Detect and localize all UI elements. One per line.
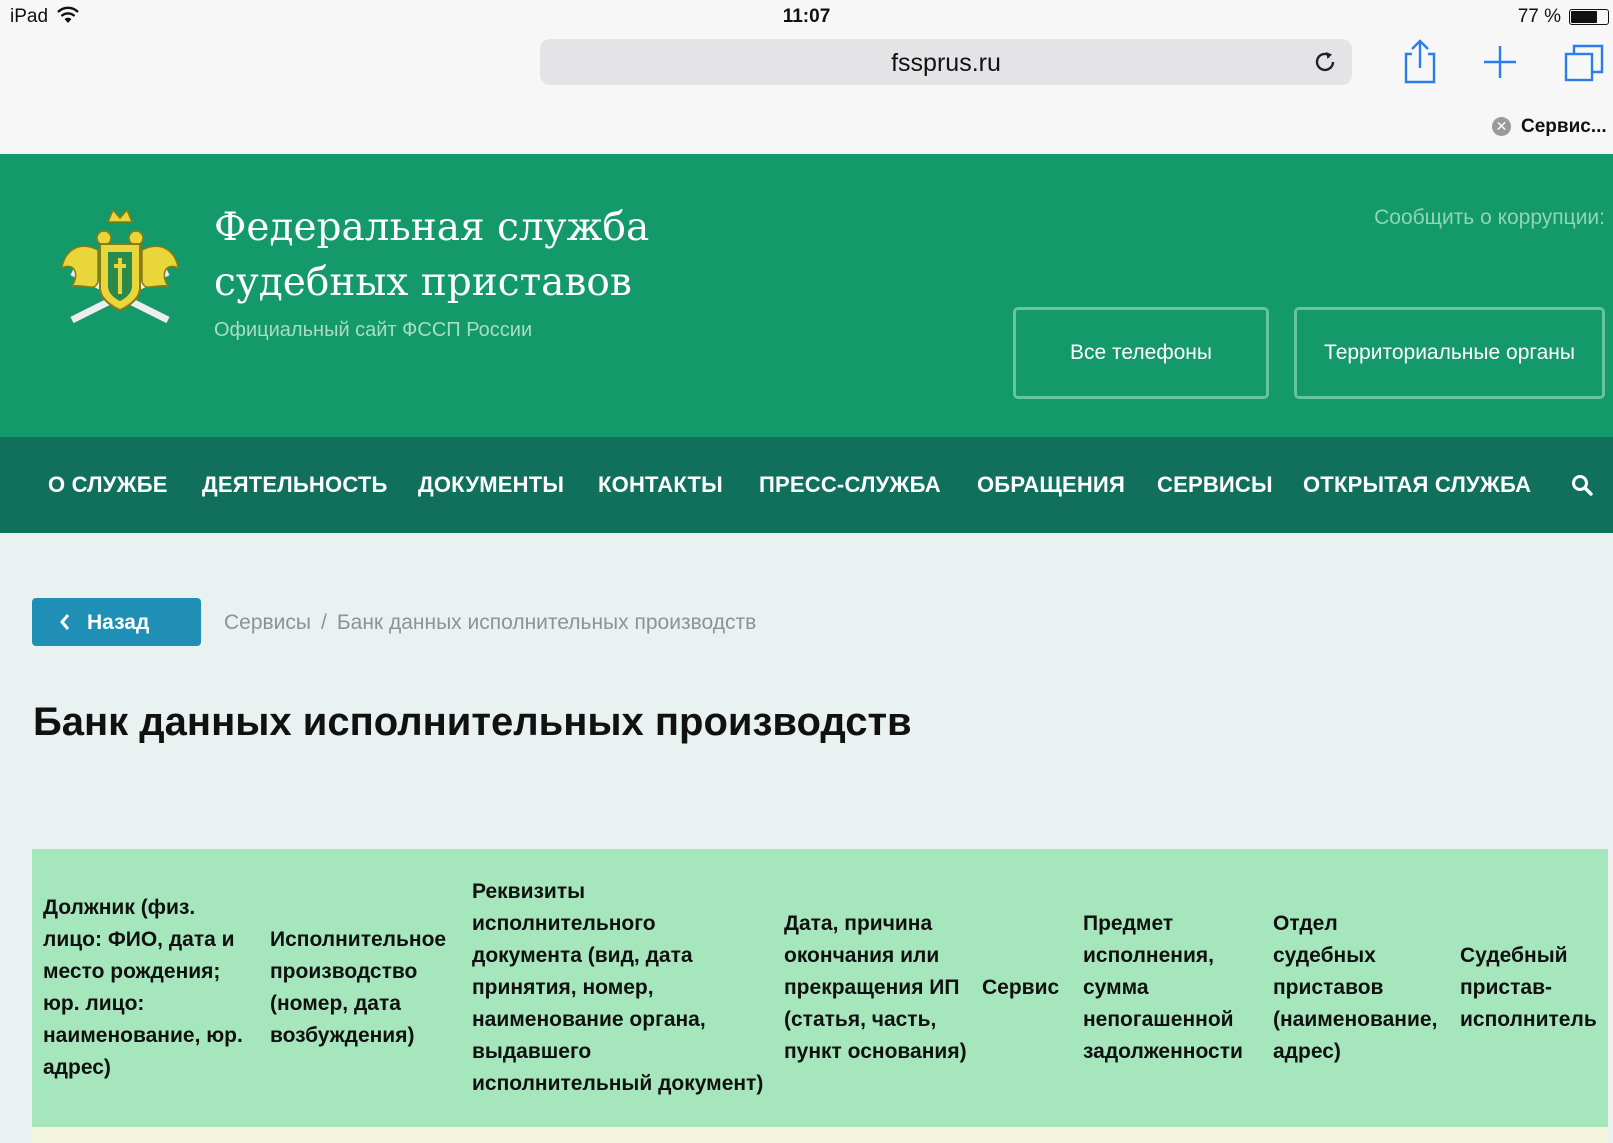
- nav-item-press[interactable]: ПРЕСС-СЛУЖБА: [759, 437, 941, 533]
- share-icon[interactable]: [1398, 38, 1442, 86]
- battery-fill: [1571, 11, 1597, 23]
- table-header-row: Должник (физ. лицо: ФИО, дата и место ро…: [32, 849, 1608, 1127]
- site-title[interactable]: Федеральная служба судебных приставов: [214, 200, 914, 310]
- close-tab-icon[interactable]: ✕: [1492, 117, 1511, 137]
- new-tab-icon[interactable]: [1478, 38, 1522, 86]
- territorial-bodies-button[interactable]: Территориальные органы: [1294, 307, 1605, 399]
- results-table: Должник (физ. лицо: ФИО, дата и место ро…: [32, 849, 1608, 1127]
- nav-item-about[interactable]: О СЛУЖБЕ: [48, 437, 168, 533]
- search-icon[interactable]: [1570, 473, 1594, 497]
- breadcrumb-separator: /: [321, 611, 327, 634]
- nav-item-documents[interactable]: ДОКУМЕНТЫ: [418, 437, 564, 533]
- breadcrumb-current: Банк данных исполнительных производств: [336, 611, 757, 634]
- all-phones-button[interactable]: Все телефоны: [1013, 307, 1269, 399]
- site-title-line1: Федеральная служба: [214, 205, 650, 250]
- report-corruption-link[interactable]: Сообщить о коррупции:: [1374, 206, 1605, 230]
- main-nav: О СЛУЖБЕ ДЕЯТЕЛЬНОСТЬ ДОКУМЕНТЫ КОНТАКТЫ…: [0, 437, 1613, 533]
- tabs-icon[interactable]: [1562, 38, 1606, 86]
- nav-item-activity[interactable]: ДЕЯТЕЛЬНОСТЬ: [202, 437, 388, 533]
- clock: 11:07: [782, 6, 831, 27]
- url-text: fssprus.ru: [891, 49, 1001, 77]
- fssp-emblem-icon[interactable]: [58, 202, 182, 332]
- breadcrumb: Сервисы / Банк данных исполнительных произ…: [224, 611, 756, 635]
- nav-item-contacts[interactable]: КОНТАКТЫ: [598, 437, 723, 533]
- back-button-label: Назад: [87, 611, 150, 634]
- table-first-row-edge: [32, 1127, 1608, 1143]
- tab-title: Сервис...: [1521, 116, 1607, 137]
- open-tab[interactable]: ✕ Сервис...: [1492, 116, 1607, 142]
- browser-chrome: iPad 11:07 77 % fssprus.ru ✕ Сервис...: [0, 0, 1613, 154]
- site-title-line2: судебных приставов: [214, 260, 632, 305]
- column-header-bailiff-department: Отдел судебных приставов (наименование, …: [1273, 912, 1438, 1063]
- site-subtitle: Официальный сайт ФССП России: [214, 319, 533, 341]
- chevron-left-icon: [60, 614, 70, 630]
- column-header-document-details: Реквизиты исполнительного документа (вид…: [472, 880, 764, 1095]
- nav-item-services[interactable]: СЕРВИСЫ: [1157, 437, 1273, 533]
- nav-item-appeals[interactable]: ОБРАЩЕНИЯ: [977, 437, 1125, 533]
- site-header: Федеральная служба судебных приставов Оф…: [0, 154, 1613, 437]
- column-header-subject-debt: Предмет исполнения, сумма непогашенной з…: [1083, 912, 1243, 1063]
- address-bar[interactable]: fssprus.ru: [540, 39, 1352, 85]
- column-header-bailiff: Судебный пристав-исполнитель: [1460, 944, 1597, 1031]
- page-title: Банк данных исполнительных производств: [33, 700, 912, 744]
- column-header-service: Сервис: [982, 976, 1060, 999]
- reload-icon[interactable]: [1312, 49, 1338, 75]
- breadcrumb-services[interactable]: Сервисы: [224, 611, 311, 634]
- battery-icon: [1569, 9, 1609, 25]
- back-button[interactable]: Назад: [32, 598, 201, 646]
- column-header-debtor: Должник (физ. лицо: ФИО, дата и место ро…: [43, 896, 243, 1079]
- column-header-end-date-reason: Дата, причина окончания или прекращения …: [784, 912, 967, 1063]
- nav-item-open-service[interactable]: ОТКРЫТАЯ СЛУЖБА: [1303, 437, 1531, 533]
- column-header-proceeding: Исполнительное производство (номер, дата…: [270, 928, 447, 1047]
- battery-percent: 77 %: [1517, 6, 1561, 27]
- status-bar: iPad 11:07 77 %: [0, 0, 1613, 34]
